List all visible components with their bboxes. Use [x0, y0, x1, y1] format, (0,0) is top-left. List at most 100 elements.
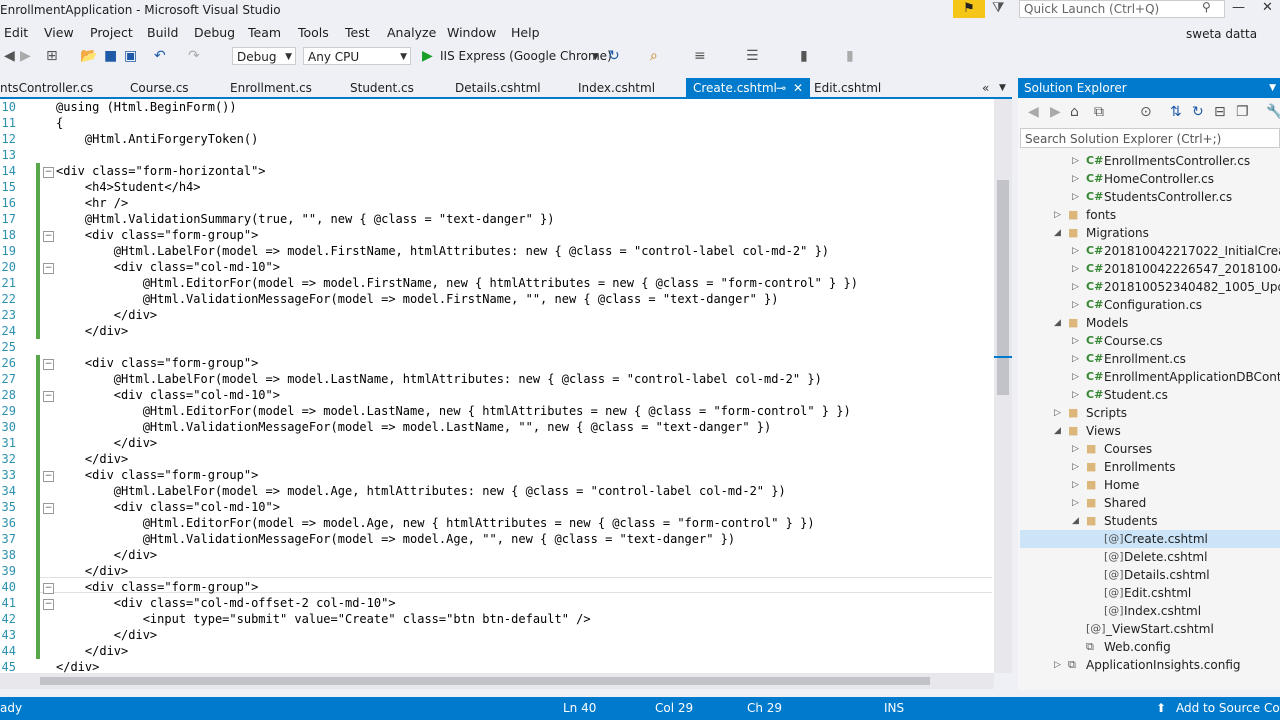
tree-item[interactable]: Edit.cshtml — [1124, 586, 1191, 600]
forward-icon[interactable]: ▶ — [20, 48, 31, 64]
code-line[interactable]: </div> — [56, 660, 99, 673]
code-line[interactable]: @Html.LabelFor(model => model.Age, htmlA… — [56, 484, 786, 498]
fold-collapse-icon[interactable]: − — [43, 503, 54, 514]
menu-tools[interactable]: Tools — [298, 25, 329, 40]
scrollbar-thumb[interactable] — [40, 677, 930, 685]
expanded-arrow-icon[interactable]: ◢ — [1054, 228, 1061, 238]
code-line[interactable]: @Html.AntiForgeryToken() — [56, 132, 258, 146]
collapse-all-icon[interactable]: ⊟ — [1214, 104, 1226, 120]
open-file-icon[interactable]: 📂 — [80, 48, 97, 64]
tab-overflow-icon[interactable]: « — [982, 78, 989, 98]
menu-help[interactable]: Help — [511, 25, 540, 40]
code-line[interactable]: </div> — [56, 644, 128, 658]
expand-arrow-icon[interactable]: ▷ — [1072, 372, 1079, 382]
indent-icon[interactable]: ≡ — [694, 48, 706, 64]
expand-arrow-icon[interactable]: ▷ — [1054, 660, 1061, 670]
tree-item[interactable]: Courses — [1104, 442, 1152, 456]
tab-course[interactable]: Course.cs — [130, 78, 210, 98]
expand-arrow-icon[interactable]: ▷ — [1072, 264, 1079, 274]
refresh-icon[interactable]: ↻ — [608, 48, 620, 64]
refresh-icon[interactable]: ↻ — [1192, 104, 1204, 120]
sync-icon[interactable]: ⇅ — [1170, 104, 1182, 120]
tree-item[interactable]: EnrollmentApplicationDBContex — [1104, 370, 1280, 384]
tree-item[interactable]: Enrollments — [1104, 460, 1176, 474]
menu-edit[interactable]: Edit — [4, 25, 28, 40]
prev-bookmark-icon[interactable]: ▮ — [846, 48, 854, 64]
fold-collapse-icon[interactable]: − — [43, 359, 54, 370]
expand-arrow-icon[interactable]: ▷ — [1072, 462, 1079, 472]
fold-collapse-icon[interactable]: − — [43, 231, 54, 242]
switch-views-icon[interactable]: ⧉ — [1094, 104, 1104, 120]
expanded-arrow-icon[interactable]: ◢ — [1054, 426, 1061, 436]
chevron-down-icon[interactable]: ▼ — [592, 52, 599, 62]
code-line[interactable]: <div class="form-group"> — [56, 468, 258, 482]
user-name[interactable]: sweta datta — [1186, 27, 1257, 41]
tree-item[interactable]: Student.cs — [1104, 388, 1168, 402]
close-icon[interactable]: ✕ — [793, 78, 803, 98]
pin-icon[interactable]: ⊸ — [776, 78, 786, 98]
undo-icon[interactable]: ↶ — [154, 48, 166, 64]
tree-item[interactable]: Shared — [1104, 496, 1146, 510]
menu-test[interactable]: Test — [345, 25, 370, 40]
tree-item[interactable]: StudentsController.cs — [1104, 190, 1232, 204]
quick-launch-input[interactable]: Quick Launch (Ctrl+Q) — [1019, 0, 1225, 18]
run-target-button[interactable]: IIS Express (Google Chrome) — [440, 49, 612, 63]
menu-window[interactable]: Window — [447, 25, 496, 40]
new-project-icon[interactable]: ⊞ — [46, 48, 58, 64]
solution-platform-select[interactable]: Any CPU ▼ — [303, 47, 411, 65]
chevron-down-icon[interactable]: ▼ — [1269, 78, 1276, 98]
solution-search-input[interactable]: Search Solution Explorer (Ctrl+;) — [1020, 128, 1280, 148]
code-line[interactable]: @using (Html.BeginForm()) — [56, 100, 237, 114]
expand-arrow-icon[interactable]: ▷ — [1072, 498, 1079, 508]
tree-item[interactable]: Migrations — [1086, 226, 1149, 240]
tree-item[interactable]: Enrollment.cs — [1104, 352, 1186, 366]
code-line[interactable]: { — [56, 116, 63, 130]
properties-icon[interactable]: 🔧 — [1266, 104, 1280, 120]
expanded-arrow-icon[interactable]: ◢ — [1072, 516, 1079, 526]
expand-arrow-icon[interactable]: ▷ — [1054, 210, 1061, 220]
code-line[interactable]: <div class="form-group"> — [56, 580, 258, 594]
tab-index[interactable]: Index.cshtml — [578, 78, 673, 98]
tree-item[interactable]: Index.cshtml — [1124, 604, 1201, 618]
tab-create[interactable]: Create.cshtml ⊸ ✕ — [686, 78, 810, 98]
fold-collapse-icon[interactable]: − — [43, 471, 54, 482]
tree-item[interactable]: Configuration.cs — [1104, 298, 1202, 312]
bookmark-icon[interactable]: ▮ — [800, 48, 808, 64]
tab-details[interactable]: Details.cshtml — [455, 78, 555, 98]
code-line[interactable]: <input type="submit" value="Create" clas… — [56, 612, 591, 626]
expand-arrow-icon[interactable]: ▷ — [1072, 192, 1079, 202]
tree-item[interactable]: Course.cs — [1104, 334, 1163, 348]
code-line[interactable]: </div> — [56, 308, 157, 322]
tree-item[interactable]: Home — [1104, 478, 1139, 492]
fold-collapse-icon[interactable]: − — [43, 391, 54, 402]
back-icon[interactable]: ◀ — [1028, 104, 1039, 120]
close-icon[interactable]: ✕ — [1262, 0, 1273, 15]
fold-collapse-icon[interactable]: − — [43, 583, 54, 594]
tree-item[interactable]: Details.cshtml — [1124, 568, 1210, 582]
code-line[interactable]: <hr /> — [56, 196, 128, 210]
comment-icon[interactable]: ☰ — [746, 48, 759, 64]
notification-flag-icon[interactable]: ⚑ — [953, 0, 985, 18]
upload-icon[interactable]: ⬆ — [1156, 701, 1166, 715]
code-line[interactable]: @Html.EditorFor(model => model.Age, new … — [56, 516, 815, 530]
pending-changes-icon[interactable]: ⊙ — [1140, 104, 1152, 120]
add-to-source-control-button[interactable]: Add to Source Cont — [1176, 701, 1280, 715]
tree-item[interactable]: Delete.cshtml — [1124, 550, 1207, 564]
expand-arrow-icon[interactable]: ▷ — [1054, 408, 1061, 418]
fold-collapse-icon[interactable]: − — [43, 167, 54, 178]
menu-debug[interactable]: Debug — [194, 25, 235, 40]
code-line[interactable]: @Html.LabelFor(model => model.LastName, … — [56, 372, 822, 386]
tree-item[interactable]: EnrollmentsController.cs — [1104, 154, 1250, 168]
code-line[interactable]: <h4>Student</h4> — [56, 180, 201, 194]
tree-item[interactable]: ApplicationInsights.config — [1086, 658, 1241, 672]
expand-arrow-icon[interactable]: ▷ — [1072, 300, 1079, 310]
code-line[interactable]: @Html.ValidationMessageFor(model => mode… — [56, 420, 772, 434]
expand-arrow-icon[interactable]: ▷ — [1072, 336, 1079, 346]
tree-item[interactable]: 201810042217022_InitialCreate.cs — [1104, 244, 1280, 258]
show-all-files-icon[interactable]: ❐ — [1236, 104, 1249, 120]
expand-arrow-icon[interactable]: ▷ — [1072, 174, 1079, 184]
code-line[interactable]: @Html.LabelFor(model => model.FirstName,… — [56, 244, 829, 258]
scrollbar-thumb[interactable] — [997, 180, 1009, 395]
minimize-button[interactable]: — — [1232, 0, 1245, 15]
expand-arrow-icon[interactable]: ▷ — [1072, 282, 1079, 292]
